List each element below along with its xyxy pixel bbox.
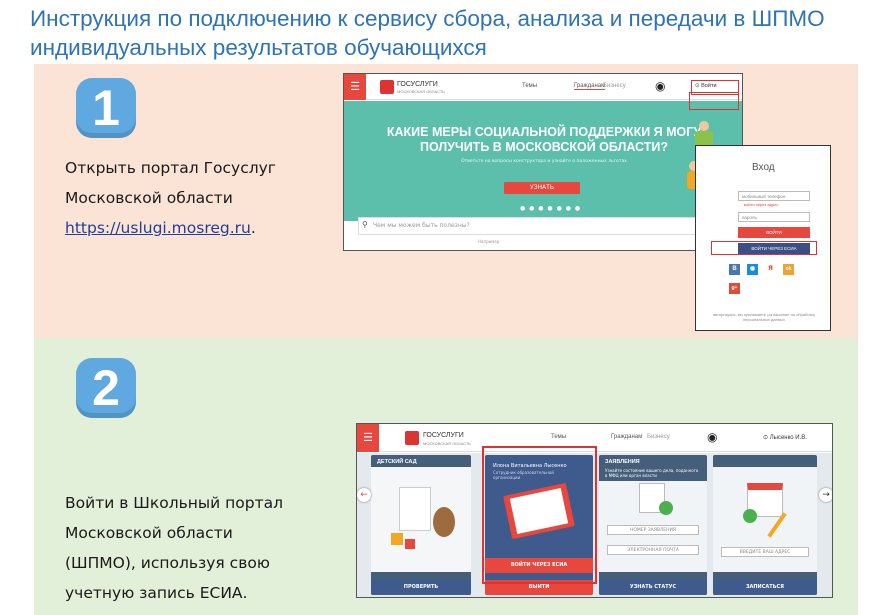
step-1-link-line: https://uslugi.mosreg.ru. (65, 213, 276, 243)
coat-of-arms-icon-2 (405, 431, 419, 445)
carousel-prev-icon[interactable]: ← (357, 488, 371, 502)
tile-kindergarten-title: ДЕТСКИЙ САД (377, 459, 417, 465)
login-submit-button[interactable]: ВОЙТИ (738, 227, 810, 238)
mailru-icon[interactable]: ◉ (747, 264, 758, 275)
step-1-badge: 1 (76, 78, 136, 138)
logo-title: ГОСУСЛУГИ (397, 81, 438, 88)
login-label: Войти (701, 83, 717, 89)
kindergarten-illustration (371, 467, 471, 572)
hero-button[interactable]: УЗНАТЬ (504, 182, 580, 194)
check-status-button[interactable]: УЗНАТЬ СТАТУС (599, 580, 707, 595)
step-1-line-2: Московской области (65, 189, 233, 207)
google-icon[interactable]: g+ (729, 283, 740, 294)
menu-icon-2[interactable]: ☰ (357, 424, 379, 452)
check-button[interactable]: ПРОВЕРИТЬ (371, 580, 471, 595)
search-input[interactable]: Чем мы можем быть полезны? (358, 217, 728, 235)
calendar-check-icon (743, 509, 757, 523)
application-number-input[interactable]: НОМЕР ЗАЯВЛЕНИЯ (607, 525, 699, 535)
eye-icon-2[interactable]: ◉ (707, 430, 717, 444)
odnoklassniki-icon[interactable]: ok (783, 264, 794, 275)
vk-icon[interactable]: В (729, 264, 740, 275)
step-2-badge: 2 (76, 358, 136, 418)
user-tile-highlight-box (482, 446, 597, 584)
nav-citizens[interactable]: Гражданам (574, 83, 606, 90)
nav-themes[interactable]: Темы (522, 83, 537, 89)
applications-body: НОМЕР ЗАЯВЛЕНИЯ ЭЛЕКТРОННАЯ ПОЧТА (599, 481, 707, 572)
step-2-line-2: Московской области (65, 524, 233, 542)
carousel-dots[interactable]: ● ● ● ● ● ● ● (520, 205, 581, 212)
gosuslugi-screenshot: ☰ ГОСУСЛУГИ МОСКОВСКАЯ ОБЛАСТЬ Темы Граж… (343, 73, 743, 251)
logo-subtitle-2: МОСКОВСКАЯ ОБЛАСТЬ (423, 441, 471, 446)
hero-subtitle: Ответьте на вопросы конструктора и узнай… (461, 159, 627, 164)
step-2-line-1: Войти в Школьный портал (65, 494, 284, 512)
hero-banner: КАКИЕ МЕРЫ СОЦИАЛЬНОЙ ПОДДЕРЖКИ Я МОГУ П… (344, 101, 742, 221)
hero-title-2: ПОЛУЧИТЬ В МОСКОВСКОЙ ОБЛАСТИ? (419, 140, 669, 154)
phone-input[interactable]: мобильный телефон (738, 191, 810, 201)
logo-subtitle: МОСКОВСКАЯ ОБЛАСТЬ (397, 89, 445, 94)
menu-icon[interactable]: ☰ (344, 74, 366, 100)
tile-kindergarten[interactable]: ДЕТСКИЙ САД ПРОВЕРИТЬ (371, 455, 471, 595)
portal-header: ☰ ГОСУСЛУГИ МОСКОВСКАЯ ОБЛАСТЬ Темы Граж… (344, 74, 742, 100)
login-panel: Вход мобильный телефон войти через адрес… (695, 145, 831, 331)
document-page: Инструкция по подключению к сервису сбор… (0, 0, 893, 615)
yandex-icon[interactable]: Я (765, 264, 776, 275)
login-panel-title: Вход (752, 162, 775, 173)
link-suffix: . (250, 219, 256, 237)
login-panel-note: авторизуясь, вы принимаете соглашение на… (712, 312, 816, 322)
step-1-text: Открыть портал Госуслуг Московской облас… (65, 153, 276, 243)
nav-themes-2[interactable]: Темы (551, 434, 566, 440)
popular-label: Например: (478, 239, 501, 244)
user-name: Лысенко И.В. (769, 435, 807, 441)
nav-citizens-2[interactable]: Гражданам (611, 434, 642, 440)
step-1-line-1: Открыть портал Госуслуг (65, 159, 276, 177)
nav-business[interactable]: Бизнесу (603, 83, 626, 89)
tile-appointment: ВВЕДИТЕ ВАШ АДРЕС ЗАПИСАТЬСЯ (713, 455, 817, 595)
carousel-next-icon[interactable]: → (819, 488, 832, 502)
enroll-button[interactable]: ЗАПИСАТЬСЯ (713, 580, 817, 595)
tile-applications: ЗАЯВЛЕНИЯ Узнайте состояние вашего дела,… (599, 455, 707, 595)
eye-icon[interactable]: ◉ (655, 79, 665, 93)
search-icon: ⚲ (362, 220, 368, 229)
step-2-line-4: учетную запись ЕСИА. (65, 584, 248, 602)
email-login-link[interactable]: войти через адрес (744, 202, 778, 207)
password-input[interactable]: пароль (738, 212, 810, 222)
coat-of-arms-icon (380, 80, 394, 94)
logo-title-2: ГОСУСЛУГИ (423, 432, 464, 439)
gosuslugi-link[interactable]: https://uslugi.mosreg.ru (65, 219, 251, 237)
applications-desc: Узнайте состояние вашего дела, поданного… (605, 468, 699, 478)
step-2-text: Войти в Школьный портал Московской облас… (65, 488, 283, 608)
email-input[interactable]: ЭЛЕКТРОННАЯ ПОЧТА (607, 545, 699, 555)
esia-highlight-box (711, 241, 817, 255)
address-input[interactable]: ВВЕДИТЕ ВАШ АДРЕС (721, 547, 809, 557)
nav-business-2[interactable]: Бизнесу (647, 434, 670, 440)
tile-applications-title: ЗАЯВЛЕНИЯ (605, 459, 640, 465)
step-2-line-3: (ШПМО), используя свою (65, 554, 270, 572)
hero-title-1: КАКИЕ МЕРЫ СОЦИАЛЬНОЙ ПОДДЕРЖКИ Я МОГУ (386, 125, 702, 139)
check-icon (659, 501, 673, 515)
page-title: Инструкция по подключению к сервису сбор… (30, 6, 825, 60)
user-menu[interactable]: ⊙ Лысенко И.В. (763, 434, 807, 441)
appointment-body: ВВЕДИТЕ ВАШ АДРЕС (713, 467, 817, 572)
login-highlight-box (689, 92, 739, 110)
